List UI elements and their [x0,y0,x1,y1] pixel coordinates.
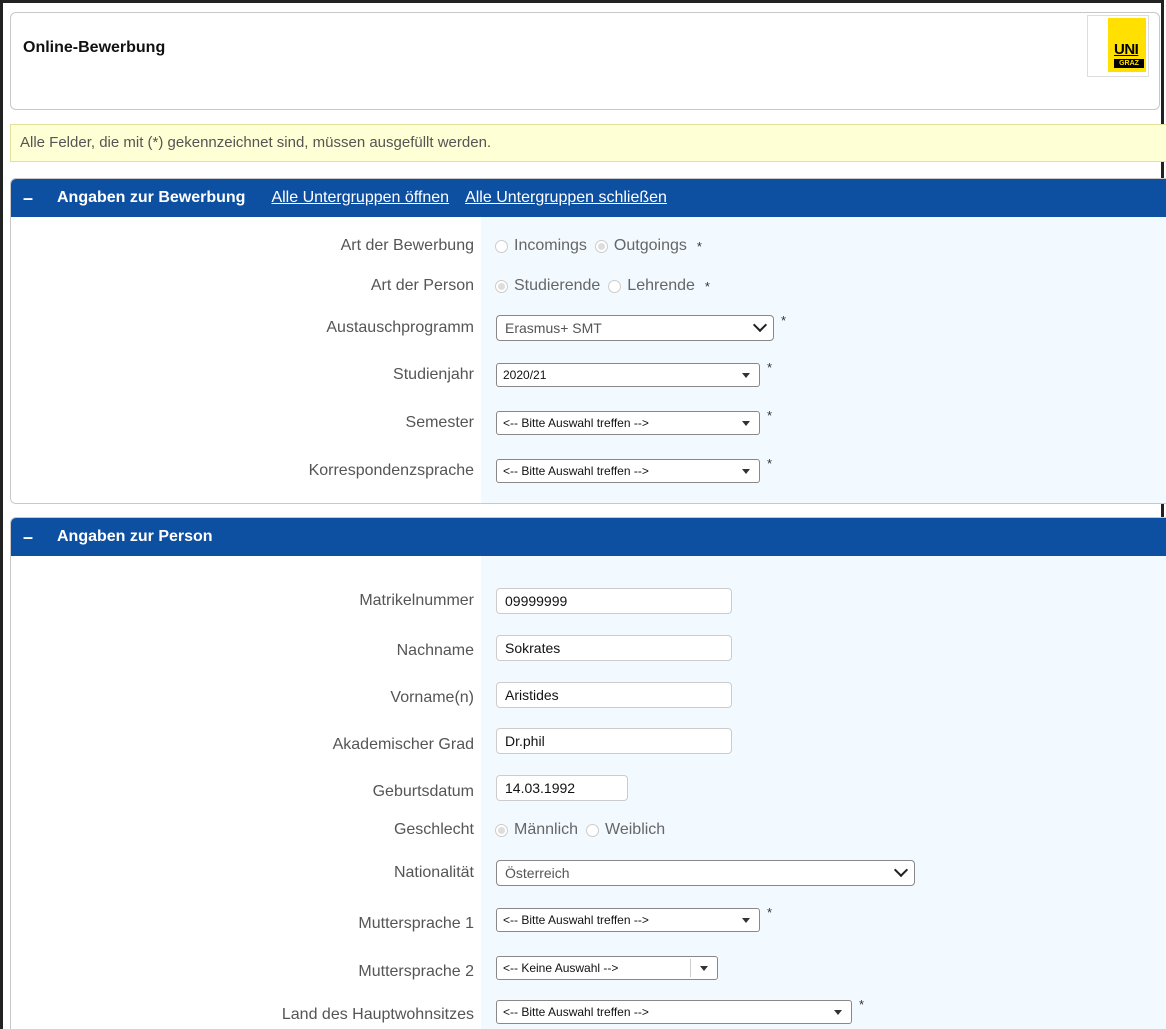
section-header-application: – Angaben zur Bewerbung Alle Untergruppe… [11,179,1166,217]
open-all-subgroups-link[interactable]: Alle Untergruppen öffnen [271,189,449,207]
label-vorname: Vorname(n) [390,689,474,706]
select-korrespondenzsprache[interactable]: <-- Bitte Auswahl treffen --> [496,459,760,483]
dropdown-arrow-icon [700,966,708,971]
required-mark: * [767,408,773,423]
select-muttersprache-1[interactable]: <-- Bitte Auswahl treffen --> [496,908,760,932]
collapse-icon[interactable]: – [23,188,41,209]
select-value-semester: <-- Bitte Auswahl treffen --> [503,416,649,430]
label-nachname: Nachname [396,642,474,659]
select-nationalitaet[interactable]: Österreich [496,860,915,886]
radio-group-art-der-bewerbung: Incomings Outgoings * [495,237,702,255]
close-all-subgroups-link[interactable]: Alle Untergruppen schließen [465,189,667,207]
radio-maennlich[interactable] [495,823,508,837]
required-mark: * [767,360,773,375]
input-vorname[interactable]: Aristides [496,682,732,708]
label-korrespondenzsprache: Korrespondenzsprache [308,462,474,479]
dropdown-arrow-icon [742,373,750,378]
required-mark: * [767,905,773,920]
input-nachname[interactable]: Sokrates [496,635,732,661]
label-land-hauptwohnsitz: Land des Hauptwohnsitzes [281,1006,474,1023]
label-muttersprache-2: Muttersprache 2 [358,963,474,980]
select-value-muttersprache-2: <-- Keine Auswahl --> [503,961,619,975]
radio-group-geschlecht: Männlich Weiblich [495,821,673,839]
required-fields-notice: Alle Felder, die mit (*) gekennzeichnet … [10,124,1166,162]
radio-lehrende[interactable] [608,279,622,293]
label-nationalitaet: Nationalität [393,864,474,881]
required-mark: * [704,278,710,294]
select-semester[interactable]: <-- Bitte Auswahl treffen --> [496,411,760,435]
select-muttersprache-2[interactable]: <-- Keine Auswahl --> [496,956,718,980]
section-header-person: – Angaben zur Person [11,518,1166,556]
required-mark: * [781,313,787,328]
section-personal-details: – Angaben zur Person Matrikelnummer 0999… [10,517,1166,1029]
select-value-land-hauptwohnsitz: <-- Bitte Auswahl treffen --> [503,1005,649,1019]
chevron-down-icon [893,862,909,878]
label-art-der-person: Art der Person [370,277,474,294]
label-matrikelnummer: Matrikelnummer [359,592,474,609]
radio-group-art-der-person: Studierende Lehrende * [495,277,710,295]
select-austauschprogramm[interactable]: Erasmus+ SMT [496,315,774,341]
label-geburtsdatum: Geburtsdatum [372,783,474,800]
dropdown-separator [690,959,691,977]
label-studienjahr: Studienjahr [393,366,474,383]
select-value-korrespondenzsprache: <-- Bitte Auswahl treffen --> [503,464,649,478]
uni-graz-logo: UNI GRAZ [1087,15,1149,77]
radio-label-maennlich: Männlich [514,821,579,838]
select-value-muttersprache-1: <-- Bitte Auswahl treffen --> [503,913,649,927]
required-mark: * [696,238,702,254]
collapse-icon[interactable]: – [23,527,41,548]
select-studienjahr[interactable]: 2020/21 [496,363,760,387]
chevron-down-icon [752,317,768,333]
label-akademischer-grad: Akademischer Grad [332,736,474,753]
radio-label-incomings: Incomings [514,237,587,254]
select-value-studienjahr: 2020/21 [503,368,547,382]
radio-incomings[interactable] [495,239,508,253]
label-column [11,217,481,503]
radio-label-studierende: Studierende [514,277,601,294]
page-title: Online-Bewerbung [23,39,166,56]
logo-text: UNI [1114,41,1139,58]
label-austauschprogramm: Austauschprogramm [326,319,474,336]
radio-weiblich[interactable] [586,823,600,837]
dropdown-arrow-icon [834,1010,842,1015]
logo-yellow-block: UNI GRAZ [1108,18,1146,72]
dropdown-arrow-icon [742,421,750,426]
section-application-details: – Angaben zur Bewerbung Alle Untergruppe… [10,178,1166,504]
dropdown-arrow-icon [742,918,750,923]
section-title-application: Angaben zur Bewerbung [57,189,246,206]
label-semester: Semester [405,414,474,431]
select-value-austauschprogramm: Erasmus+ SMT [505,320,602,336]
section-title-person: Angaben zur Person [57,528,213,545]
radio-label-outgoings: Outgoings [613,237,687,254]
logo-subtext: GRAZ [1114,59,1144,68]
select-value-nationalitaet: Österreich [505,865,570,881]
radio-studierende[interactable] [495,279,508,293]
label-geschlecht: Geschlecht [393,821,474,838]
input-geburtsdatum[interactable]: 14.03.1992 [496,775,628,801]
radio-label-weiblich: Weiblich [605,821,666,838]
input-akademischer-grad[interactable]: Dr.phil [496,728,732,754]
app-header: Online-Bewerbung UNI GRAZ [10,12,1160,110]
label-muttersprache-1: Muttersprache 1 [358,915,474,932]
input-matrikelnummer[interactable]: 09999999 [496,588,732,614]
radio-outgoings[interactable] [594,239,608,253]
radio-label-lehrende: Lehrende [627,277,695,294]
label-art-der-bewerbung: Art der Bewerbung [340,237,474,254]
dropdown-arrow-icon [742,469,750,474]
required-mark: * [767,456,773,471]
required-mark: * [859,997,865,1012]
select-land-hauptwohnsitz[interactable]: <-- Bitte Auswahl treffen --> [496,1000,852,1024]
